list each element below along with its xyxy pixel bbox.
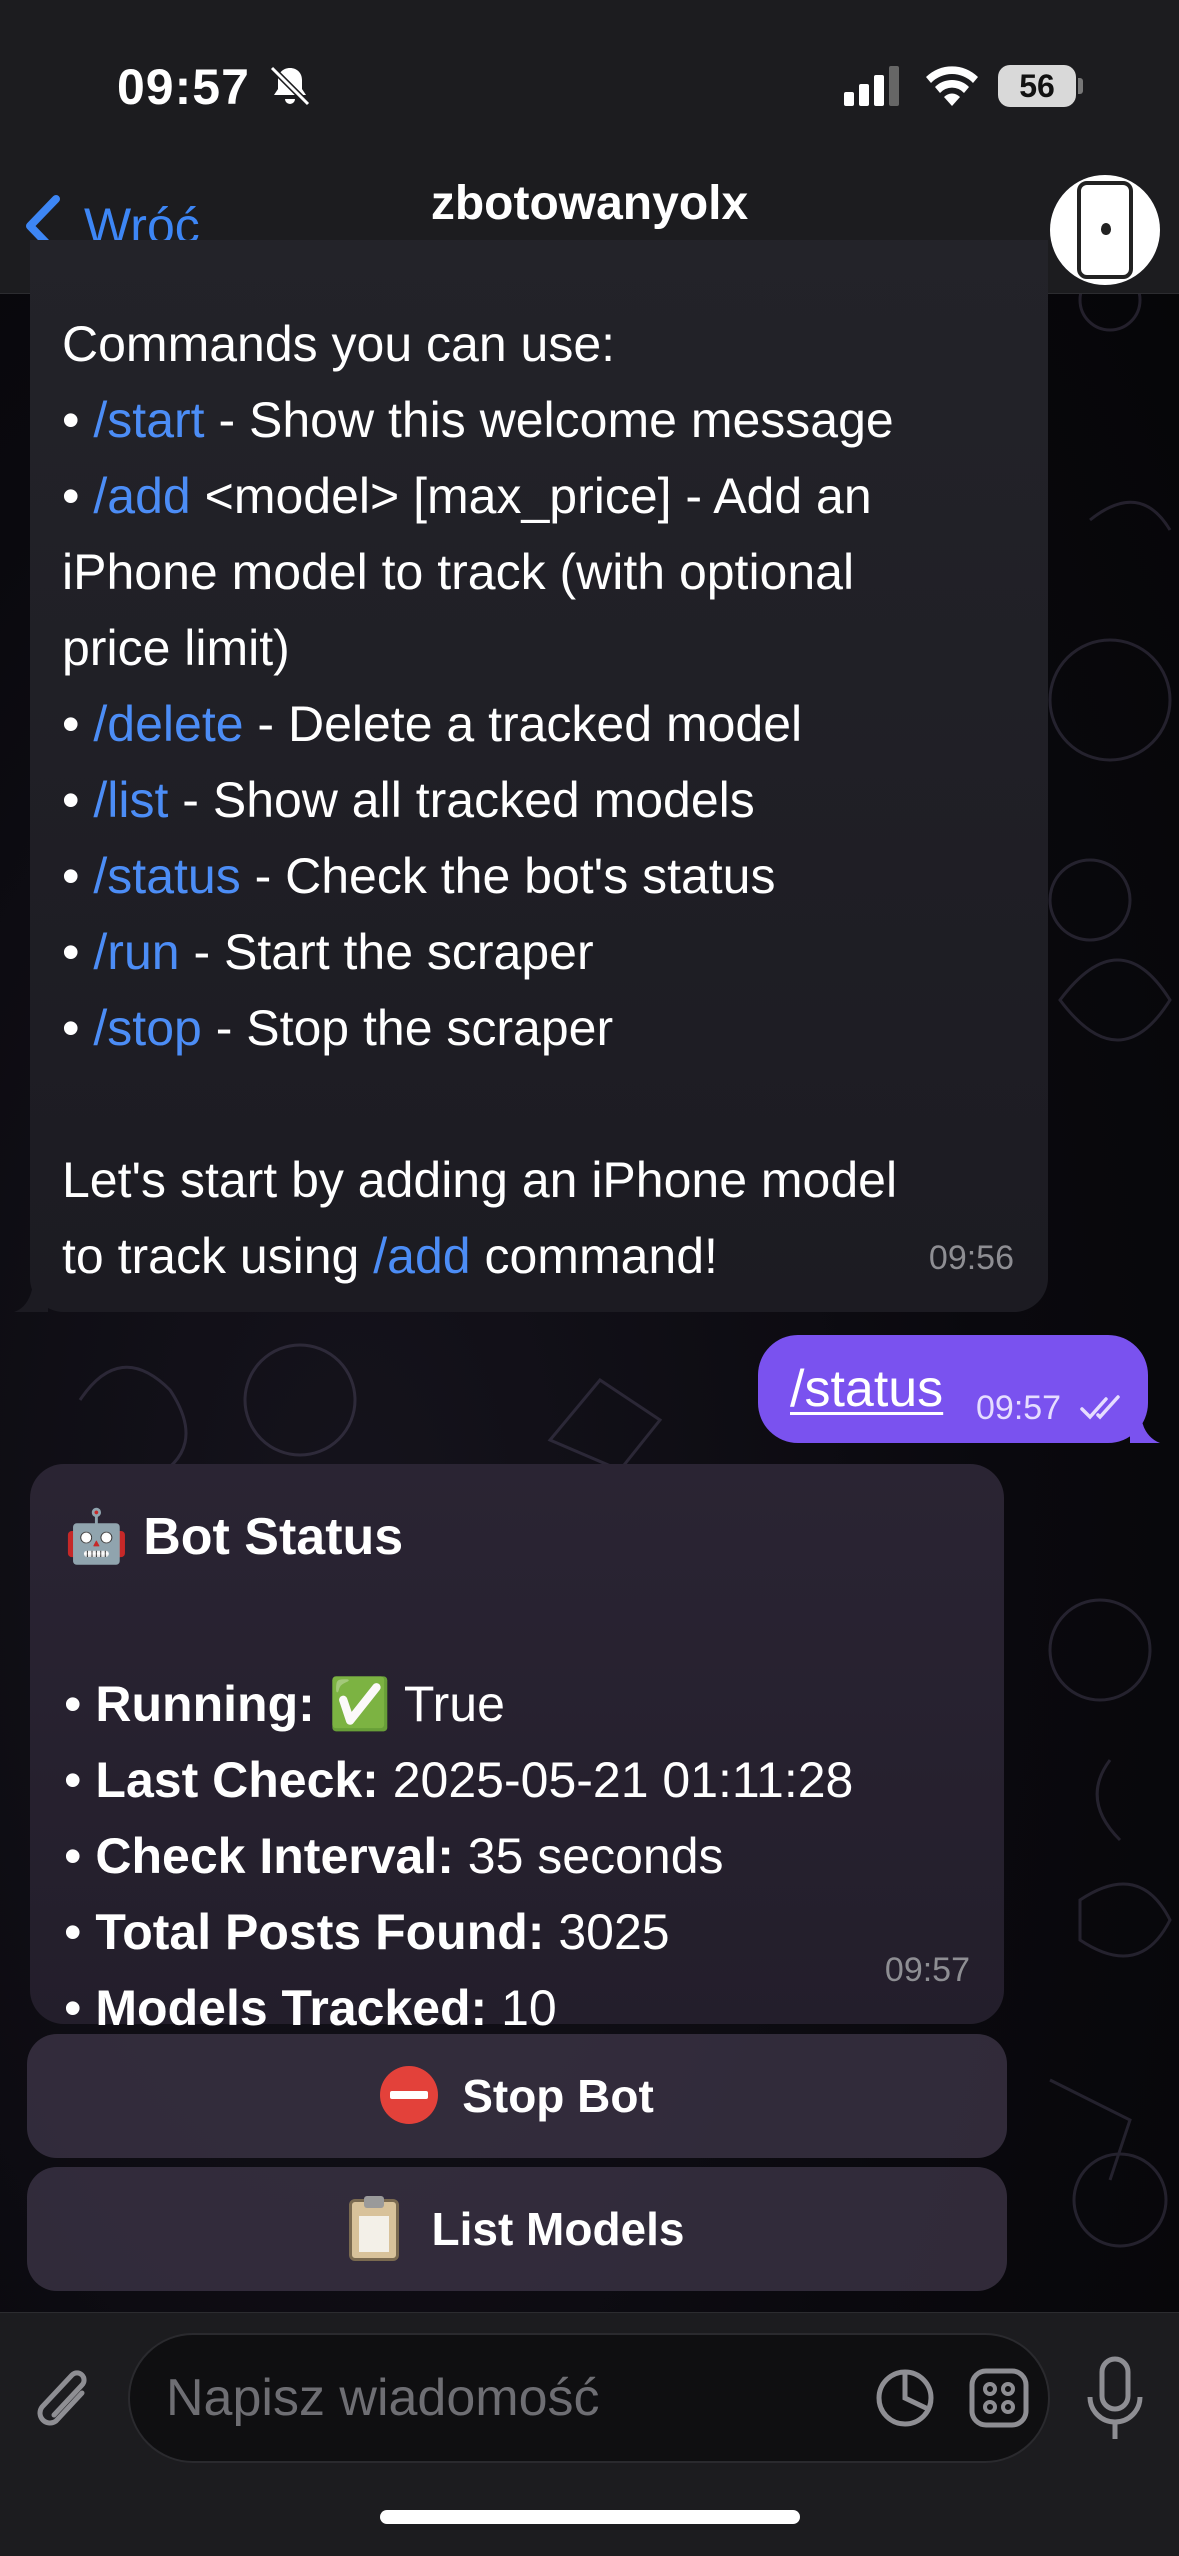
outgoing-timestamp: 09:57 bbox=[976, 1389, 1062, 1427]
command-link-add-footer[interactable]: /add bbox=[373, 1228, 470, 1284]
bot-avatar[interactable] bbox=[1050, 175, 1160, 285]
status-row-running: • Running: ✅ True bbox=[64, 1676, 505, 1732]
paperclip-icon[interactable] bbox=[30, 2363, 100, 2443]
cellular-signal-icon bbox=[844, 66, 899, 106]
message-input[interactable] bbox=[166, 2335, 866, 2461]
command-link-status[interactable]: /status bbox=[93, 848, 240, 904]
status-row-check-interval: • Check Interval: 35 seconds bbox=[64, 1828, 724, 1884]
outgoing-message-text[interactable]: /status bbox=[790, 1359, 943, 1419]
command-link-list[interactable]: /list bbox=[93, 772, 168, 828]
iphone-icon bbox=[1077, 181, 1133, 279]
status-row-last-check: • Last Check: 2025-05-21 01:11:28 bbox=[64, 1752, 854, 1808]
stop-bot-button[interactable]: Stop Bot bbox=[27, 2034, 1007, 2158]
outgoing-message-bubble[interactable]: /status 09:57 bbox=[758, 1335, 1148, 1443]
command-line-add-cont-2: price limit) bbox=[62, 620, 290, 676]
footer-line-1: Let's start by adding an iPhone model bbox=[62, 1152, 898, 1208]
command-link-run[interactable]: /run bbox=[93, 924, 179, 980]
outgoing-bubble-tail bbox=[1130, 1405, 1160, 1443]
bot-status-title: 🤖 Bot Status bbox=[64, 1508, 404, 1566]
battery-tip bbox=[1078, 78, 1083, 94]
bell-muted-icon bbox=[269, 65, 311, 107]
command-link-start[interactable]: /start bbox=[93, 392, 204, 448]
command-line-add-cont-1: iPhone model to track (with optional bbox=[62, 544, 855, 600]
microphone-icon[interactable] bbox=[1080, 2353, 1150, 2445]
command-line-delete: • /delete - Delete a tracked model bbox=[62, 696, 803, 752]
list-models-button[interactable]: List Models bbox=[27, 2167, 1007, 2291]
wifi-icon bbox=[926, 66, 978, 106]
stop-bot-label: Stop Bot bbox=[462, 2070, 654, 2122]
battery-indicator: 56 bbox=[998, 65, 1076, 107]
command-link-stop[interactable]: /stop bbox=[93, 1000, 201, 1056]
bubble-tail bbox=[14, 1276, 48, 1312]
command-line-list: • /list - Show all tracked models bbox=[62, 772, 755, 828]
clipboard-icon bbox=[349, 2196, 409, 2261]
commands-heading: Commands you can use: bbox=[62, 316, 616, 372]
chat-title[interactable]: zbotowanyolx bbox=[0, 176, 1179, 231]
status-time: 09:57 bbox=[117, 59, 250, 115]
command-line-add: • /add <model> [max_price] - Add an bbox=[62, 468, 872, 524]
sticker-icon[interactable] bbox=[872, 2365, 938, 2431]
command-line-status: • /status - Check the bot's status bbox=[62, 848, 776, 904]
bot-keyboard-icon[interactable] bbox=[966, 2365, 1032, 2431]
double-check-read-icon bbox=[1080, 1395, 1120, 1420]
command-line-run: • /run - Start the scraper bbox=[62, 924, 594, 980]
home-indicator[interactable] bbox=[380, 2510, 800, 2524]
welcome-message-bubble[interactable]: Commands you can use: • /start - Show th… bbox=[30, 240, 1048, 1312]
bot-status-message-bubble[interactable]: 🤖 Bot Status • Running: ✅ True • Last Ch… bbox=[30, 1464, 1004, 2036]
footer-line-2: to track using /add command! bbox=[62, 1228, 718, 1284]
status-row-total-posts: • Total Posts Found: 3025 bbox=[64, 1904, 670, 1960]
command-link-add[interactable]: /add bbox=[93, 468, 190, 524]
message-timestamp: 09:56 bbox=[928, 1239, 1014, 1277]
command-line-stop: • /stop - Stop the scraper bbox=[62, 1000, 614, 1056]
list-models-label: List Models bbox=[431, 2203, 685, 2255]
stop-sign-icon bbox=[380, 2066, 440, 2126]
status-message-timestamp: 09:57 bbox=[884, 1951, 970, 1989]
command-link-delete[interactable]: /delete bbox=[93, 696, 243, 752]
command-line-start: • /start - Show this welcome message bbox=[62, 392, 894, 448]
message-input-container bbox=[128, 2333, 1050, 2463]
